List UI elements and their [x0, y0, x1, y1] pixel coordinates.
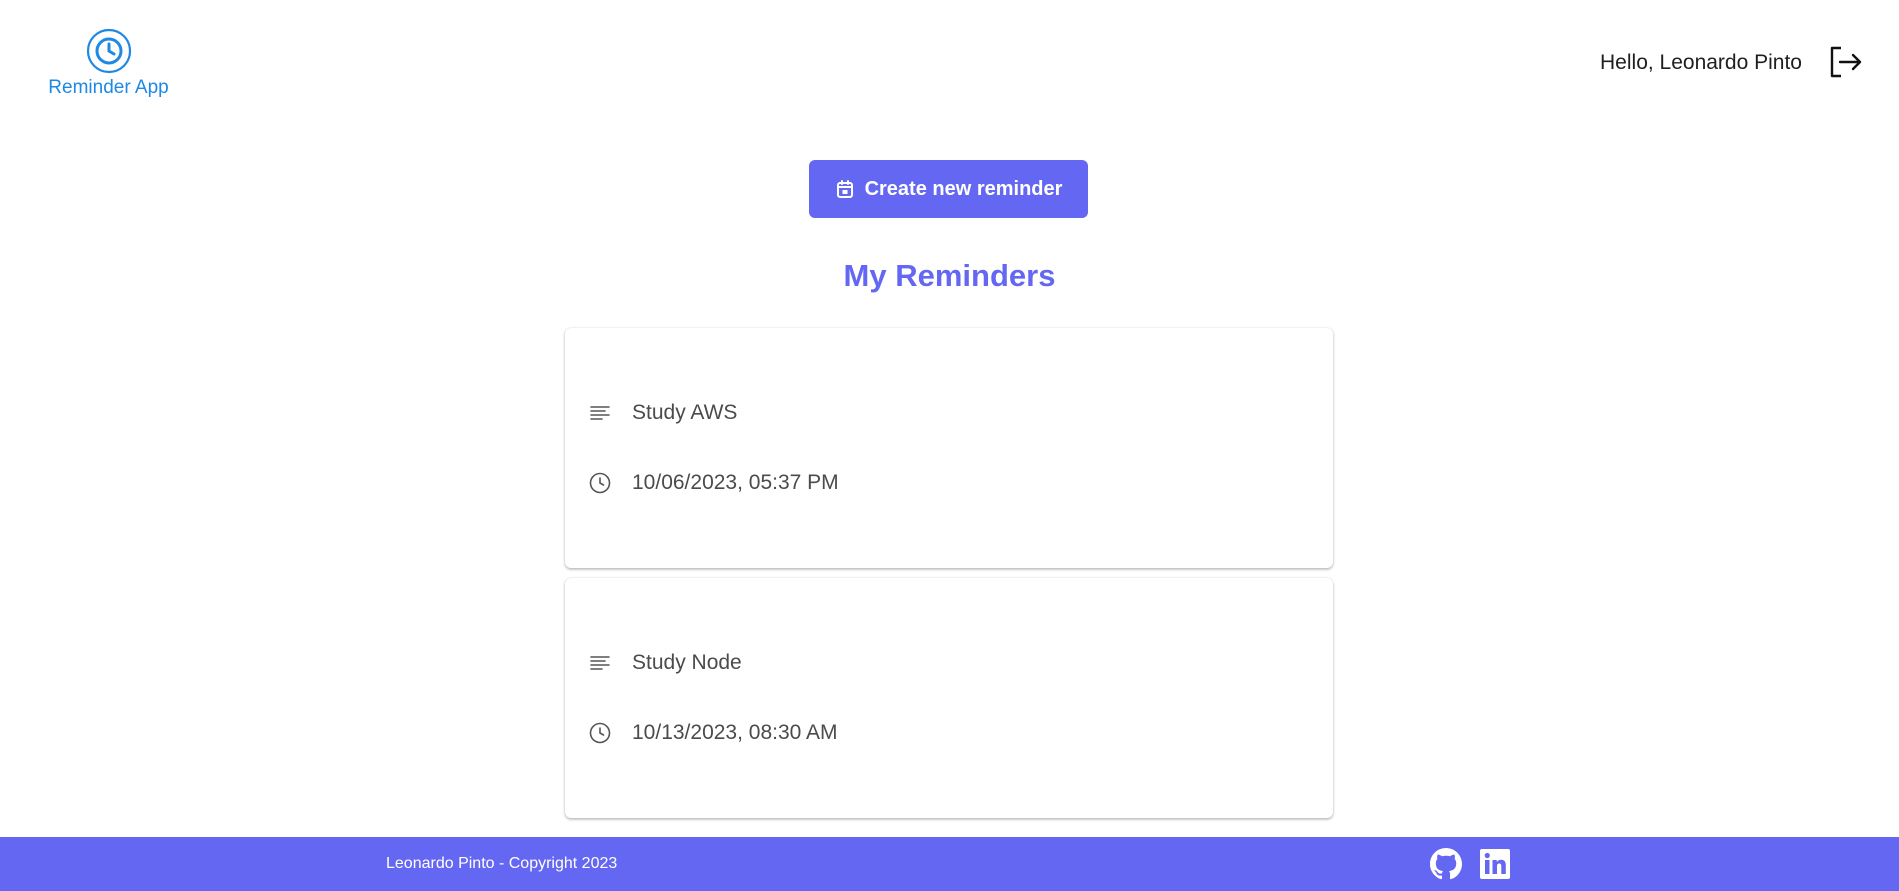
create-reminder-label: Create new reminder [864, 177, 1063, 200]
app-logo[interactable]: Reminder App [46, 28, 171, 99]
page-title: My Reminders [843, 258, 1056, 293]
clock-icon [86, 28, 131, 74]
create-reminder-button[interactable]: Create new reminder [809, 160, 1088, 218]
logout-icon[interactable] [1827, 44, 1863, 80]
reminder-description: Study Node [632, 651, 742, 674]
reminder-card[interactable]: Study Node 10/13/2023, 08:30 AM [565, 578, 1333, 818]
reminder-datetime-row: 10/06/2023, 05:37 PM [588, 471, 839, 495]
user-greeting: Hello, Leonardo Pinto [1600, 51, 1802, 74]
clock-icon [589, 722, 611, 744]
reminder-datetime: 10/06/2023, 05:37 PM [632, 471, 839, 494]
reminder-description-row: Study AWS [588, 401, 737, 425]
reminder-card[interactable]: Study AWS 10/06/2023, 05:37 PM [565, 328, 1333, 568]
clock-icon [589, 472, 611, 494]
reminder-datetime: 10/13/2023, 08:30 AM [632, 721, 838, 744]
reminder-description: Study AWS [632, 401, 738, 424]
calendar-icon [836, 180, 853, 198]
page: Reminder App Hello, Leonardo Pinto Creat… [0, 0, 1899, 891]
github-icon[interactable] [1430, 848, 1462, 880]
app-name: Reminder App [48, 77, 169, 98]
reminder-description-row: Study Node [588, 651, 742, 675]
description-icon [590, 406, 610, 420]
description-icon [590, 656, 610, 670]
linkedin-icon[interactable] [1479, 848, 1511, 880]
footer-copyright: Leonardo Pinto - Copyright 2023 [386, 855, 618, 872]
footer: Leonardo Pinto - Copyright 2023 [0, 837, 1899, 891]
reminder-datetime-row: 10/13/2023, 08:30 AM [588, 721, 838, 745]
